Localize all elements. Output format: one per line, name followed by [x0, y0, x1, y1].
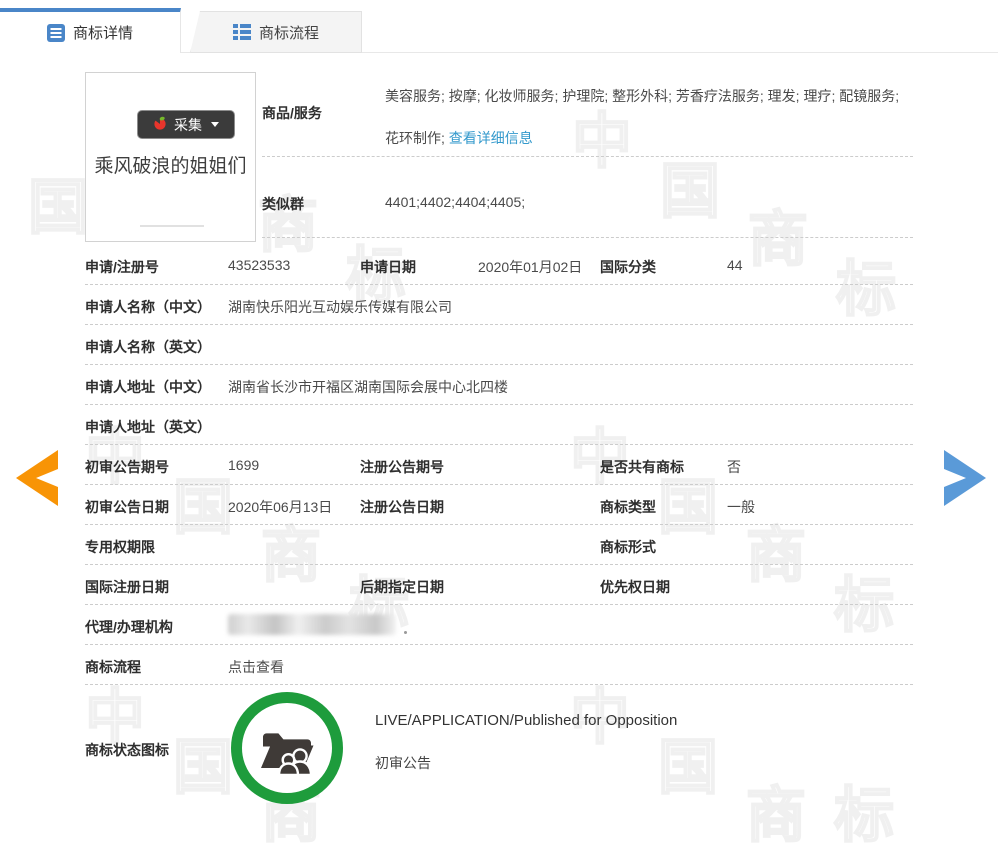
- field-value: 湖南省长沙市开福区湖南国际会展中心北四楼: [228, 377, 508, 397]
- tab-trademark-flow[interactable]: 商标流程: [190, 11, 362, 53]
- field-label: 申请人地址（中文）: [85, 377, 211, 397]
- document-icon: [47, 24, 65, 42]
- detail-rows: 申请/注册号 43523533 申请日期 2020年01月02日国际分类 44 申请人名称…: [85, 245, 913, 685]
- collect-button[interactable]: 采集: [137, 110, 235, 139]
- watermark-glyph: 国: [660, 162, 720, 222]
- field-label: 国际注册日期: [85, 577, 169, 597]
- table-row: 申请人名称（英文）: [85, 325, 913, 365]
- click-to-view-link[interactable]: 点击查看: [228, 657, 284, 677]
- list-icon: [233, 23, 251, 41]
- field-label: 商标状态图标: [85, 740, 169, 760]
- trademark-image: 采集 乘风破浪的姐姐们: [85, 72, 256, 242]
- field-value: 43523533: [228, 257, 290, 273]
- field-label: 申请/注册号: [85, 257, 159, 277]
- field-value: 1699: [228, 457, 259, 473]
- watermark-glyph: 中: [572, 112, 632, 172]
- field-label: 后期指定日期: [360, 577, 444, 597]
- field-label: 代理/办理机构: [85, 617, 173, 637]
- field-label: 国际分类: [600, 257, 656, 277]
- field-value: 2020年01月02日: [478, 257, 582, 277]
- field-label: 注册公告期号: [360, 457, 444, 477]
- status-folder-icon: [231, 692, 343, 804]
- chevron-down-icon[interactable]: [211, 122, 219, 127]
- table-row: 商标状态图标 LIVE/APPLICATION/Published for Op…: [85, 685, 913, 810]
- table-row: 初审公告期号 1699 注册公告期号 是否共有商标 否: [85, 445, 913, 485]
- next-arrow-button[interactable]: [944, 450, 986, 511]
- table-row: 商标流程 点击查看: [85, 645, 913, 685]
- status-text-en: LIVE/APPLICATION/Published for Oppositio…: [375, 712, 677, 729]
- field-value: 2020年06月13日: [228, 497, 332, 517]
- watermark-glyph: 国: [28, 178, 88, 238]
- goods-services-line2: 花环制作; 查看详细信息: [385, 128, 533, 148]
- tab-trademark-details[interactable]: 商标详情: [0, 8, 181, 53]
- table-row: 申请/注册号 43523533 申请日期 2020年01月02日国际分类 44: [85, 245, 913, 285]
- field-label: 专用权期限: [85, 537, 155, 557]
- table-row: 申请人地址（中文） 湖南省长沙市开福区湖南国际会展中心北四楼: [85, 365, 913, 405]
- previous-arrow-button[interactable]: [16, 450, 58, 511]
- field-label: 申请人名称（英文）: [85, 337, 211, 357]
- separator: [262, 237, 913, 238]
- goods-services-line1: 美容服务; 按摩; 化妆师服务; 护理院; 整形外科; 芳香疗法服务; 理发; …: [385, 86, 899, 106]
- field-value: 44: [727, 257, 743, 273]
- table-row: 申请人地址（英文）: [85, 405, 913, 445]
- status-text-cn: 初审公告: [375, 753, 431, 773]
- similar-group-label: 类似群: [262, 194, 304, 214]
- field-label: 是否共有商标: [600, 457, 684, 477]
- field-label: 优先权日期: [600, 577, 670, 597]
- collect-tool-icon: [153, 116, 167, 133]
- goods-services-label: 商品/服务: [262, 103, 322, 123]
- trademark-name: 乘风破浪的姐姐们: [86, 151, 255, 178]
- table-row: 初审公告日期 2020年06月13日 注册公告日期 商标类型 一般: [85, 485, 913, 525]
- trademark-image-underline: [140, 225, 204, 227]
- separator: [262, 156, 913, 157]
- field-value: 否: [727, 457, 741, 477]
- field-label: 初审公告日期: [85, 497, 169, 517]
- redacted-value: [228, 614, 396, 635]
- field-value: 一般: [727, 497, 755, 517]
- tab-label: 商标流程: [259, 22, 319, 43]
- trademark-detail-table: 申请/注册号 43523533 申请日期 2020年01月02日国际分类 44 申请人名称…: [85, 245, 913, 810]
- table-row: 代理/办理机构: [85, 605, 913, 645]
- field-label: 申请日期: [360, 257, 416, 277]
- view-details-link[interactable]: 查看详细信息: [449, 130, 533, 146]
- redacted-dot: [404, 631, 407, 634]
- field-label: 商标形式: [600, 537, 656, 557]
- field-label: 注册公告日期: [360, 497, 444, 517]
- table-row: 专用权期限 商标形式: [85, 525, 913, 565]
- table-row: 申请人名称（中文） 湖南快乐阳光互动娱乐传媒有限公司: [85, 285, 913, 325]
- goods-services-line2-text: 花环制作;: [385, 130, 449, 146]
- tab-label: 商标详情: [73, 22, 133, 43]
- field-label: 申请人地址（英文）: [85, 417, 211, 437]
- field-label: 商标流程: [85, 657, 141, 677]
- similar-group-value: 4401;4402;4404;4405;: [385, 194, 525, 210]
- field-value: 湖南快乐阳光互动娱乐传媒有限公司: [228, 297, 452, 317]
- collect-button-label: 采集: [174, 115, 202, 135]
- table-row: 国际注册日期 后期指定日期 优先权日期: [85, 565, 913, 605]
- field-label: 商标类型: [600, 497, 656, 517]
- field-label: 初审公告期号: [85, 457, 169, 477]
- field-label: 申请人名称（中文）: [85, 297, 211, 317]
